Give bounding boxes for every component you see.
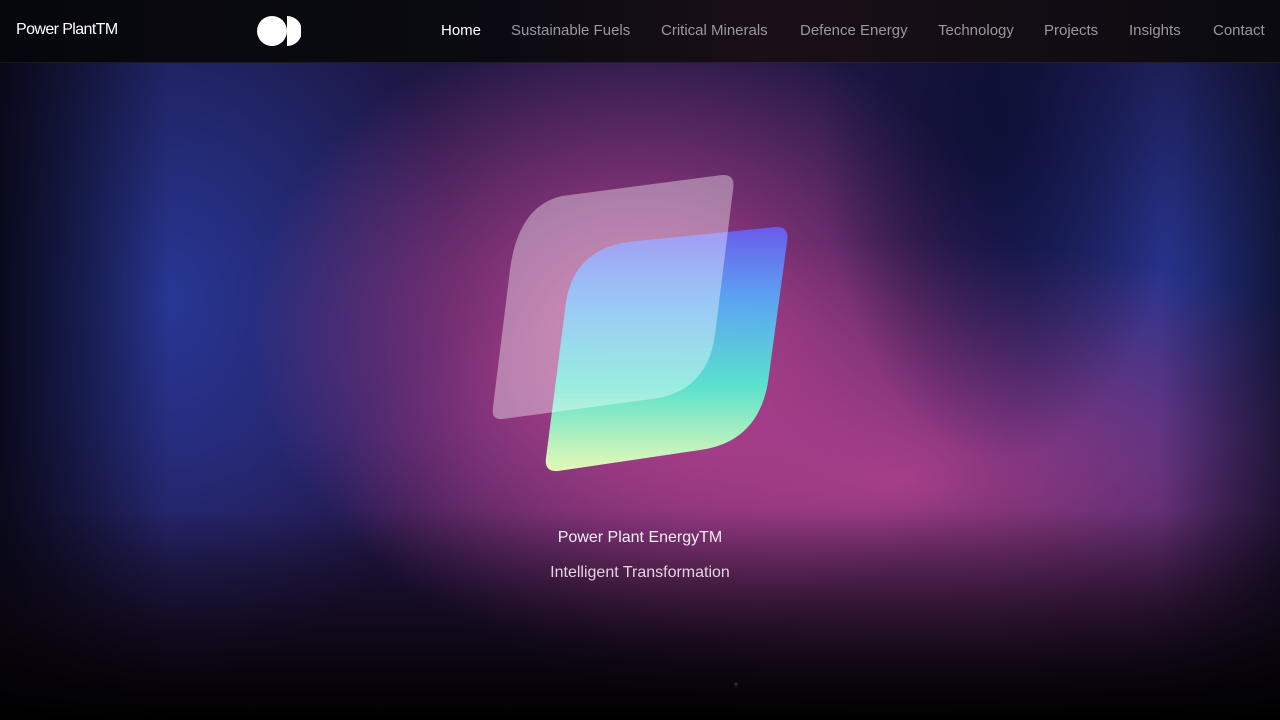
hero-subtitle: Intelligent Transformation	[550, 564, 730, 581]
scroll-down-icon[interactable]: ▾	[734, 681, 740, 689]
hero-title: Power Plant EnergyTM	[557, 529, 723, 546]
nav-insights[interactable]: Insights	[1129, 22, 1181, 39]
layered-leaf-emblem-icon	[492, 174, 788, 472]
nav-contact[interactable]: Contact	[1213, 22, 1265, 39]
nav-projects[interactable]: Projects	[1044, 22, 1098, 39]
landing-page: Power PlantTM Home Sustainable Fuels Cri…	[0, 0, 1280, 720]
nav-technology[interactable]: Technology	[938, 22, 1014, 39]
nav-sustainable-fuels[interactable]: Sustainable Fuels	[511, 22, 630, 39]
main-nav: Home Sustainable Fuels Critical Minerals…	[0, 22, 1280, 40]
nav-home[interactable]: Home	[441, 22, 481, 39]
nav-critical-minerals[interactable]: Critical Minerals	[661, 22, 768, 39]
nav-defence-energy[interactable]: Defence Energy	[800, 22, 908, 39]
site-header: Power PlantTM Home Sustainable Fuels Cri…	[0, 0, 1280, 63]
